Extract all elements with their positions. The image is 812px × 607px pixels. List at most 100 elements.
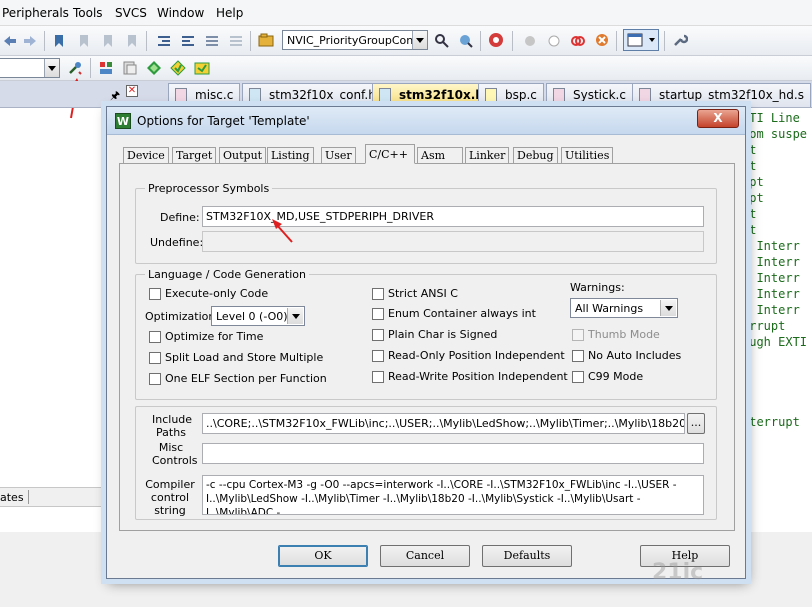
tab-misc-c[interactable]: misc.c <box>168 83 241 107</box>
include-paths-browse-button[interactable]: ... <box>687 413 705 434</box>
manage-project-icon[interactable] <box>98 60 114 76</box>
tab-asm[interactable]: Asm <box>417 147 463 163</box>
rw-position-independent-checkbox[interactable] <box>372 371 384 383</box>
optimize-for-time-checkbox[interactable] <box>149 331 161 343</box>
uncomment-icon[interactable] <box>228 33 244 49</box>
toolbar-separator <box>90 58 91 78</box>
misc-controls-input[interactable] <box>202 443 704 464</box>
target-select[interactable] <box>0 58 60 78</box>
indent-icon[interactable] <box>156 33 172 49</box>
manage-rte-icon[interactable] <box>194 60 210 76</box>
warnings-label: Warnings: <box>570 281 625 294</box>
code-line: errupt <box>742 319 786 333</box>
options-for-target-icon[interactable] <box>67 60 83 76</box>
find-in-files-icon[interactable] <box>258 32 274 48</box>
menu-peripherals[interactable]: Peripherals <box>2 6 69 20</box>
clear-bookmarks-icon[interactable] <box>124 33 140 49</box>
insert-breakpoint-icon[interactable] <box>522 33 538 49</box>
options-dialog: W Options for Target 'Template' X Device… <box>106 106 746 579</box>
rw-position-independent-label: Read-Write Position Independent <box>388 370 568 383</box>
enum-container-checkbox[interactable] <box>372 308 384 320</box>
language-group-label: Language / Code Generation <box>145 268 310 281</box>
cancel-button[interactable]: Cancel <box>380 545 470 567</box>
back-icon[interactable] <box>2 33 18 49</box>
close-icon[interactable]: ✕ <box>126 85 138 97</box>
pack-installer-icon[interactable] <box>146 60 162 76</box>
chevron-down-icon[interactable] <box>44 59 59 77</box>
keil-logo-icon: W <box>115 113 131 129</box>
tab-debug[interactable]: Debug <box>513 147 558 163</box>
dialog-titlebar[interactable]: W Options for Target 'Template' X <box>107 107 745 135</box>
disable-breakpoints-icon[interactable] <box>570 33 586 49</box>
split-load-store-checkbox[interactable] <box>149 352 161 364</box>
tab-listing[interactable]: Listing <box>267 147 314 163</box>
panel-tab-templates[interactable]: ates <box>0 491 24 504</box>
defaults-button[interactable]: Defaults <box>482 545 572 567</box>
find-icon[interactable] <box>434 33 450 49</box>
project-panel-tabs: ates <box>0 487 110 507</box>
pin-icon[interactable]: 🖈 <box>110 87 120 106</box>
tab-bsp-c[interactable]: bsp.c <box>478 83 544 107</box>
incremental-find-icon[interactable] <box>458 33 474 49</box>
code-line: XTI Line <box>742 111 800 125</box>
ok-button[interactable]: OK <box>278 545 368 567</box>
menu-help[interactable]: Help <box>216 6 243 20</box>
chevron-down-icon <box>649 38 655 42</box>
plain-char-signed-checkbox[interactable] <box>372 329 384 341</box>
warnings-select[interactable]: All Warnings <box>570 298 678 318</box>
tab-user[interactable]: User <box>321 147 356 163</box>
comment-icon[interactable] <box>204 33 220 49</box>
tab-target[interactable]: Target <box>172 147 217 163</box>
execute-only-checkbox[interactable] <box>149 288 161 300</box>
enable-breakpoint-icon[interactable] <box>546 33 562 49</box>
kill-breakpoints-icon[interactable] <box>594 32 610 48</box>
tab-stm32f10x-conf-h[interactable]: stm32f10x_conf.h <box>242 83 383 107</box>
thumb-mode-checkbox[interactable] <box>572 329 584 341</box>
tab-c-cpp[interactable]: C/C++ <box>365 144 415 164</box>
forward-icon[interactable] <box>22 33 38 49</box>
include-paths-label: Include Paths <box>152 413 193 439</box>
wrench-icon[interactable] <box>672 32 688 48</box>
tab-startup-s[interactable]: startup_stm32f10x_hd.s <box>632 83 811 107</box>
debug-session-icon[interactable] <box>488 32 504 48</box>
menu-svcs[interactable]: SVCS <box>115 6 147 20</box>
next-bookmark-icon[interactable] <box>100 33 116 49</box>
close-button[interactable]: X <box>697 109 739 128</box>
file-extensions-icon[interactable] <box>122 60 138 76</box>
file-icon <box>175 88 187 103</box>
file-icon <box>485 88 497 103</box>
tab-systick-c[interactable]: Systick.c <box>546 83 633 107</box>
tab-utilities[interactable]: Utilities <box>561 147 614 163</box>
find-combo-value: NVIC_PriorityGroupConfi <box>287 34 421 47</box>
strict-ansi-checkbox[interactable] <box>372 288 384 300</box>
find-combo[interactable]: NVIC_PriorityGroupConfi <box>282 30 428 50</box>
window-layout-button[interactable] <box>623 29 659 51</box>
tab-linker[interactable]: Linker <box>465 147 510 163</box>
toolbar-separator <box>250 31 251 51</box>
tab-device[interactable]: Device <box>123 147 169 163</box>
ro-position-independent-checkbox[interactable] <box>372 350 384 362</box>
compiler-control-string[interactable]: -c --cpu Cortex-M3 -g -O0 --apcs=interwo… <box>202 475 704 515</box>
include-paths-input[interactable]: ..\CORE;..\STM32F10x_FWLib\inc;..\USER;.… <box>202 413 685 434</box>
window-layout-icon <box>627 33 643 47</box>
split-load-store-label: Split Load and Store Multiple <box>165 351 324 364</box>
optimization-label: Optimization: <box>145 310 220 323</box>
optimization-select[interactable]: Level 0 (-O0) <box>211 306 305 326</box>
no-auto-includes-checkbox[interactable] <box>572 350 584 362</box>
tab-stm32f10x-h[interactable]: stm32f10x.h <box>372 83 491 107</box>
file-icon <box>379 88 391 103</box>
menu-tools[interactable]: Tools <box>73 6 103 20</box>
menu-window[interactable]: Window <box>157 6 204 20</box>
chevron-down-icon <box>660 300 676 316</box>
annotation-arrow <box>272 219 293 243</box>
prev-bookmark-icon[interactable] <box>76 33 92 49</box>
unindent-icon[interactable] <box>180 33 196 49</box>
one-elf-section-checkbox[interactable] <box>149 373 161 385</box>
select-packs-icon[interactable] <box>170 60 186 76</box>
watermark: 21ic <box>652 560 704 585</box>
tab-label: misc.c <box>195 88 234 102</box>
chevron-down-icon[interactable] <box>412 31 427 49</box>
bookmark-icon[interactable] <box>52 33 68 49</box>
c99-mode-checkbox[interactable] <box>572 371 584 383</box>
tab-output[interactable]: Output <box>219 147 267 163</box>
